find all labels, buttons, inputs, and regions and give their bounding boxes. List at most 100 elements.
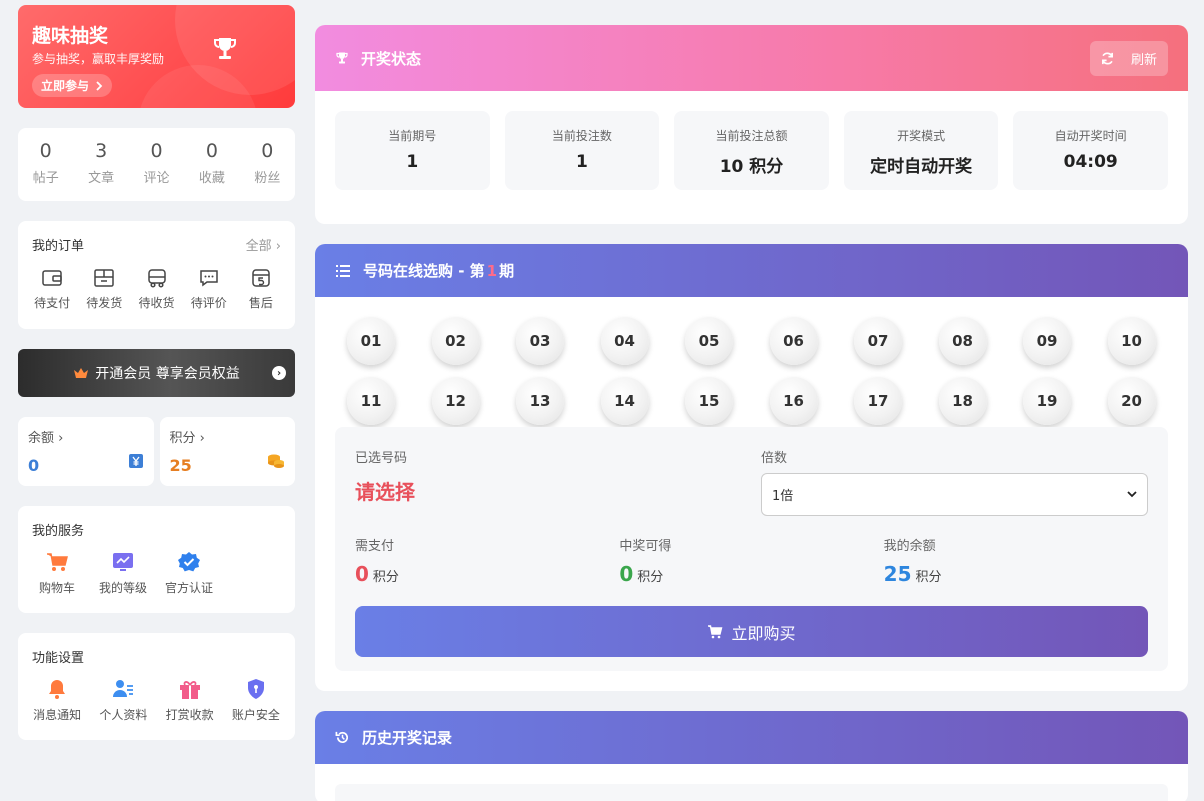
stat-label: 文章: [88, 171, 115, 186]
refresh-button[interactable]: 刷新: [1090, 41, 1168, 76]
order-pending-review[interactable]: 待评价: [183, 268, 235, 311]
status-label: 自动开奖时间: [1054, 129, 1127, 143]
setting-profile[interactable]: 个人资料: [90, 678, 156, 723]
chevron-down-icon: [1127, 491, 1137, 498]
number-ball[interactable]: 17: [854, 377, 902, 425]
profile-icon: [113, 680, 134, 697]
stat-comments[interactable]: 0 评论: [129, 140, 184, 201]
number-ball[interactable]: 12: [431, 377, 480, 425]
number-ball[interactable]: 11: [347, 377, 395, 425]
list-icon: [336, 264, 350, 277]
number-picker-header: 号码在线选购 - 第 1 期: [315, 244, 1188, 297]
number-ball[interactable]: 01: [347, 317, 395, 365]
setting-label: 打赏收款: [165, 708, 214, 722]
service-verification[interactable]: 官方认证: [156, 551, 222, 596]
stat-label: 粉丝: [254, 171, 281, 186]
settings-card: 功能设置 消息通知 个人资料 打赏收款 账户安全: [18, 633, 295, 740]
user-stats: 0 帖子 3 文章 0 评论 0 收藏 0 粉丝: [18, 128, 295, 201]
number-ball[interactable]: 13: [516, 377, 564, 425]
setting-tips[interactable]: 打赏收款: [157, 678, 223, 723]
multiplier-select[interactable]: 1倍: [761, 473, 1148, 516]
order-pending-shipment[interactable]: 待发货: [78, 268, 130, 311]
trophy-icon: [336, 52, 348, 64]
number-ball[interactable]: 04: [600, 317, 649, 365]
join-now-label: 立即参与: [41, 79, 90, 93]
order-pending-receipt[interactable]: 待收货: [130, 268, 182, 311]
stat-posts[interactable]: 0 帖子: [18, 140, 73, 201]
history-icon: [335, 731, 348, 743]
service-label: 我的等级: [98, 581, 147, 595]
vip-membership-banner[interactable]: 开通会员 尊享会员权益 ›: [18, 349, 295, 397]
stat-value: 3: [95, 140, 108, 162]
comment-icon: [199, 270, 218, 287]
order-label: 待支付: [34, 296, 71, 310]
sidebar: 趣味抽奖 参与抽奖，赢取丰厚奖励 立即参与 0 帖子 3 文章 0 评论 0 收藏 0 粉…: [18, 5, 295, 740]
refresh-icon: [1102, 52, 1113, 65]
promo-title: 趣味抽奖: [32, 25, 109, 47]
number-ball[interactable]: 20: [1107, 377, 1156, 425]
join-now-button[interactable]: 立即参与: [32, 74, 113, 97]
stat-favorites[interactable]: 0 收藏: [184, 140, 239, 201]
balance-card[interactable]: 余额 › 0: [18, 417, 154, 486]
setting-notifications[interactable]: 消息通知: [24, 678, 90, 723]
setting-label: 消息通知: [33, 708, 82, 722]
history-header: 历史开奖记录: [315, 711, 1188, 764]
history-table: [335, 784, 1168, 801]
status-value: 1: [575, 152, 588, 172]
service-level[interactable]: 我的等级: [90, 551, 156, 596]
lottery-promo-banner[interactable]: 趣味抽奖 参与抽奖，赢取丰厚奖励 立即参与: [18, 5, 295, 108]
cart-icon: [47, 553, 68, 571]
number-ball[interactable]: 06: [769, 317, 818, 365]
number-ball[interactable]: 18: [938, 377, 987, 425]
order-label: 待评价: [190, 296, 227, 310]
status-label: 当前投注数: [551, 129, 612, 143]
orders-view-all-link[interactable]: 全部 ›: [246, 235, 281, 254]
order-label: 售后: [248, 296, 273, 310]
pay-value: 0: [355, 562, 369, 586]
potential-winnings: 中奖可得 0 积分: [619, 535, 883, 586]
number-ball[interactable]: 19: [1023, 377, 1071, 425]
number-grid: 01 02 03 04 05 06 07 08 09 10 11 12 13 14 15 16 17 18 19 20: [315, 297, 1188, 425]
stat-label: 评论: [143, 171, 170, 186]
payment-required: 需支付 0 积分: [355, 535, 619, 586]
balance-label: 我的余额: [883, 539, 936, 554]
main-content: 开奖状态 刷新 当前期号 1 当前投注数 1 当前投注总额 10 积分 开奖模式 定时自…: [315, 25, 1188, 801]
status-bet-count: 当前投注数 1: [504, 111, 660, 190]
stat-value: 0: [39, 140, 52, 162]
setting-label: 个人资料: [99, 708, 148, 722]
number-ball[interactable]: 15: [685, 377, 733, 425]
number-ball[interactable]: 14: [600, 377, 649, 425]
number-picker-panel: 号码在线选购 - 第 1 期 01 02 03 04 05 06 07 08 09 10 11 12 1…: [315, 244, 1188, 691]
purchase-box: 已选号码 请选择 倍数 1倍 需支付 0 积分 中奖可得 0 积分 我的余额 2…: [335, 427, 1168, 671]
chevron-right-icon: [96, 80, 103, 91]
number-ball[interactable]: 05: [685, 317, 733, 365]
picker-period: 1: [486, 261, 498, 280]
multiplier-group: 倍数 1倍: [761, 447, 1148, 516]
picker-title-suffix: 期: [499, 262, 515, 280]
pay-label: 需支付: [355, 539, 395, 554]
number-ball[interactable]: 02: [431, 317, 480, 365]
number-ball[interactable]: 08: [938, 317, 987, 365]
stat-value: 0: [150, 140, 163, 162]
draw-status-header: 开奖状态 刷新: [315, 25, 1188, 91]
number-ball[interactable]: 10: [1107, 317, 1156, 365]
order-label: 待收货: [138, 296, 175, 310]
number-ball[interactable]: 07: [854, 317, 902, 365]
setting-label: 账户安全: [231, 708, 280, 722]
number-ball[interactable]: 09: [1023, 317, 1071, 365]
status-label: 当前期号: [388, 129, 437, 143]
verified-icon: [178, 552, 200, 572]
stat-articles[interactable]: 3 文章: [73, 140, 128, 201]
number-ball[interactable]: 16: [769, 377, 818, 425]
setting-security[interactable]: 账户安全: [223, 678, 289, 723]
buy-now-button[interactable]: 立即购买: [355, 606, 1148, 657]
number-ball[interactable]: 03: [516, 317, 564, 365]
win-value: 0: [619, 562, 634, 586]
points-card[interactable]: 积分 › 25: [159, 417, 295, 486]
service-cart[interactable]: 购物车: [24, 551, 90, 596]
stat-followers[interactable]: 0 粉丝: [240, 140, 295, 201]
order-pending-payment[interactable]: 待支付: [26, 268, 78, 311]
order-after-sales[interactable]: 售后: [235, 268, 287, 311]
buy-now-label: 立即购买: [731, 623, 796, 643]
services-title: 我的服务: [32, 524, 85, 539]
